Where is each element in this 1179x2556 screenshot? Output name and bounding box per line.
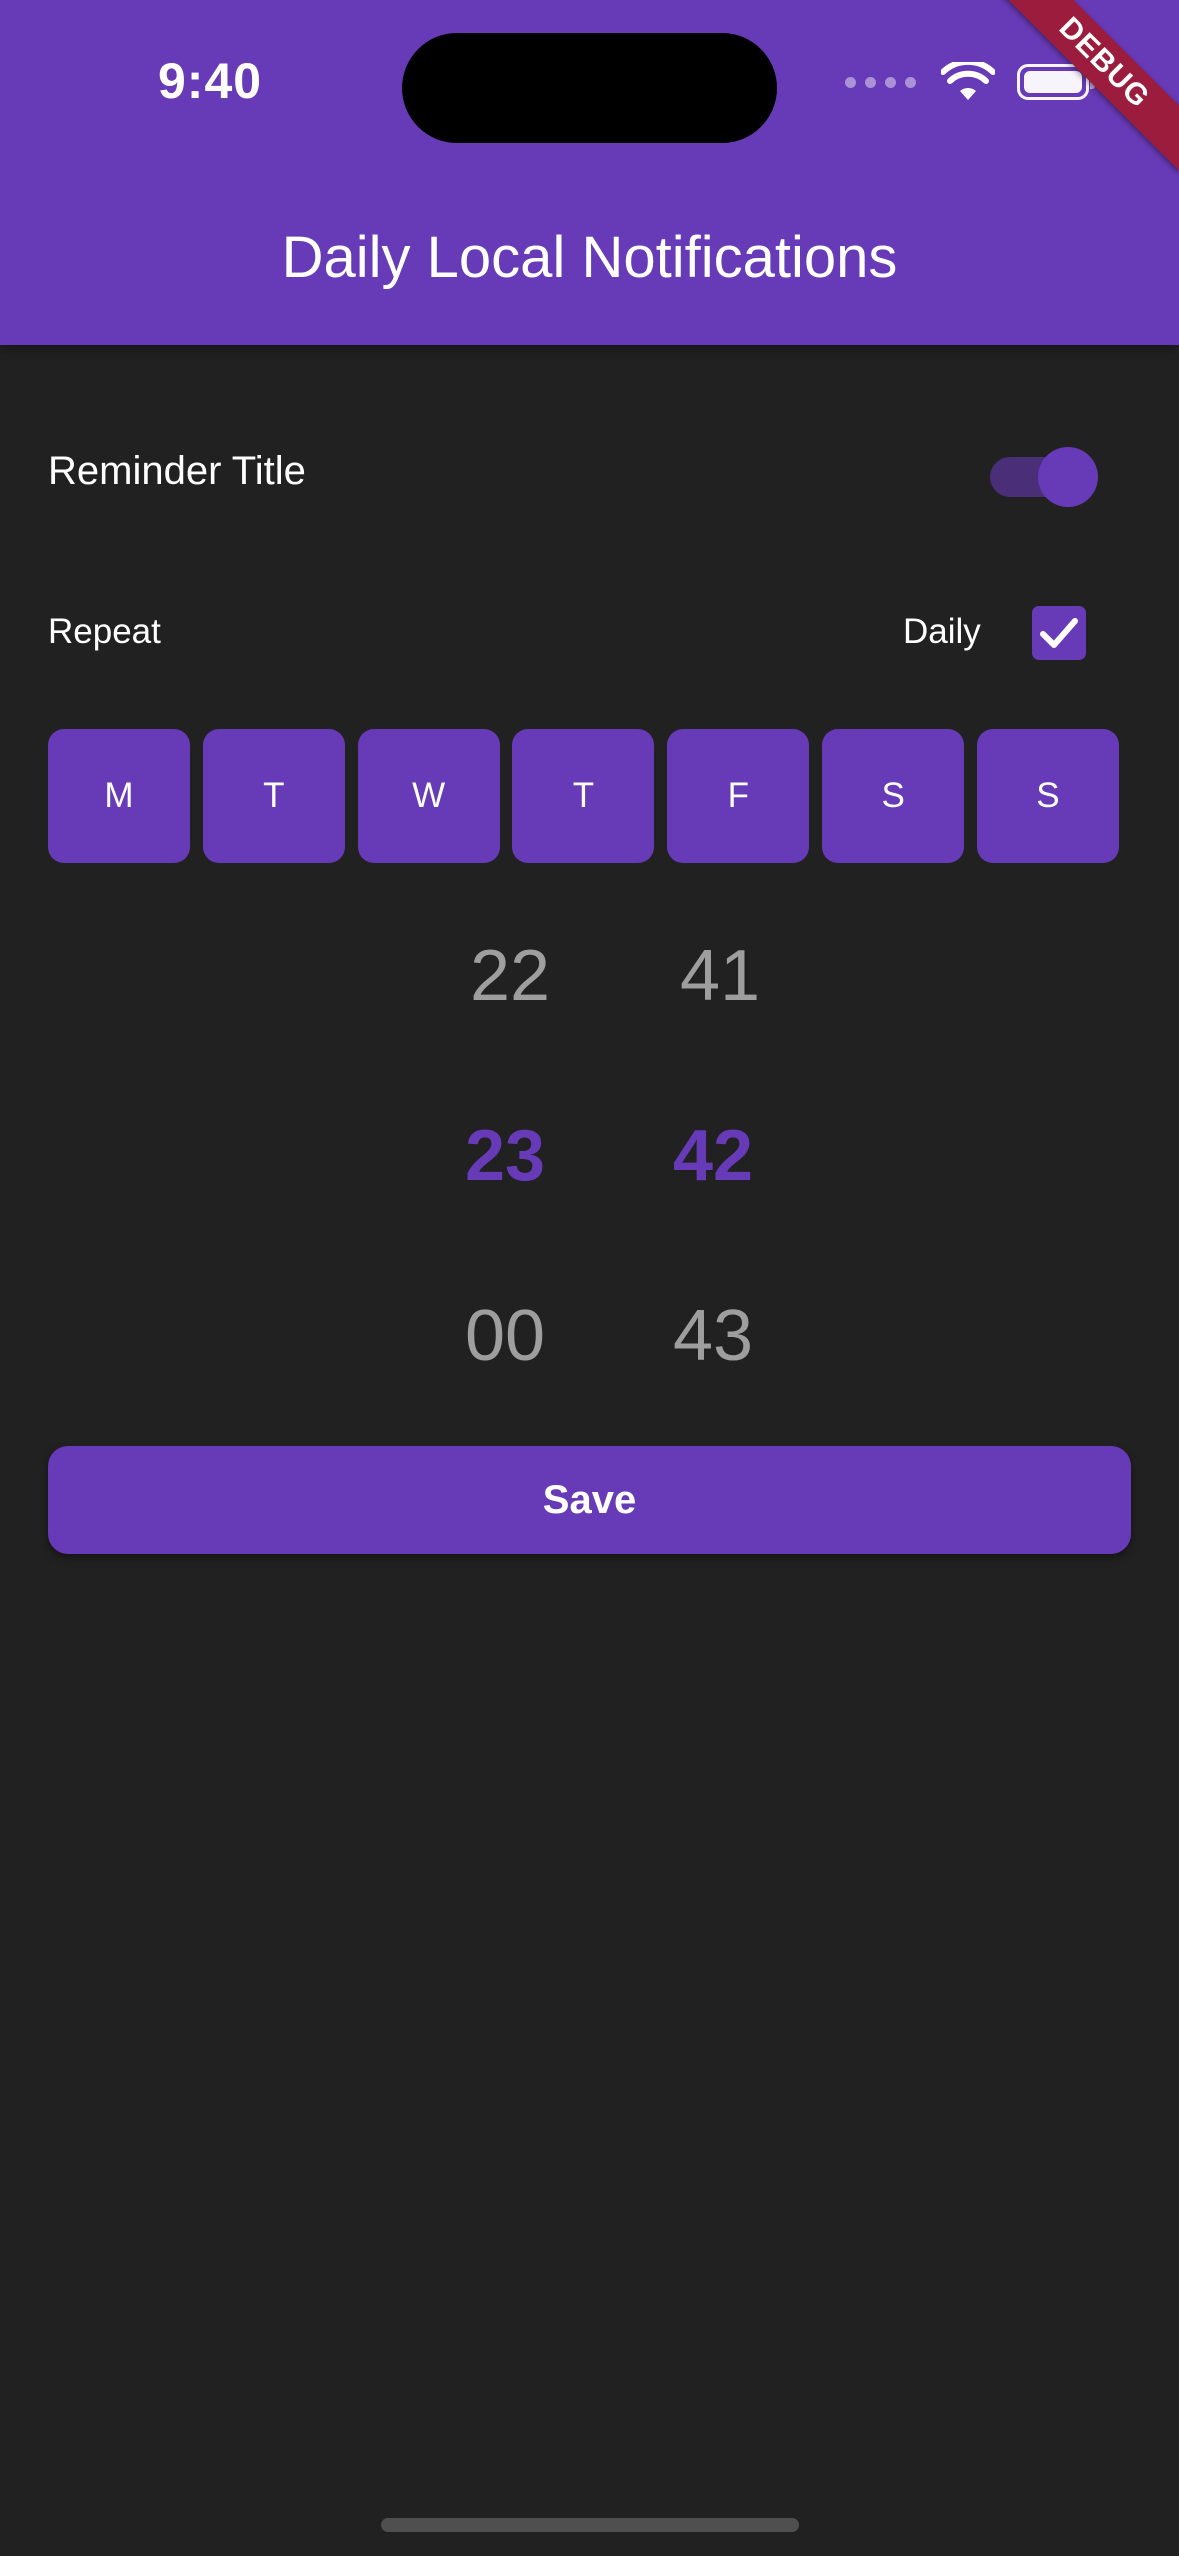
day-button-wednesday[interactable]: W (357, 729, 500, 863)
day-button-monday[interactable]: M (48, 729, 190, 863)
hour-option-selected[interactable]: 23 (425, 1115, 585, 1197)
day-button-thursday[interactable]: T (512, 729, 655, 863)
minute-option-selected[interactable]: 42 (633, 1115, 793, 1197)
save-button[interactable]: Save (48, 1446, 1131, 1554)
reminder-title-label: Reminder Title (48, 449, 306, 493)
signal-icon (845, 76, 916, 88)
status-time: 9:40 (158, 53, 263, 109)
hour-option-prev[interactable]: 22 (430, 935, 590, 1017)
day-button-friday[interactable]: F (667, 729, 810, 863)
page-title: Daily Local Notifications (281, 225, 898, 290)
daily-checkbox[interactable] (1032, 606, 1086, 660)
home-indicator[interactable] (381, 2518, 799, 2532)
checkmark-icon (1040, 618, 1078, 648)
toggle-thumb (1038, 447, 1098, 507)
debug-banner: DEBUG (979, 0, 1179, 200)
repeat-label: Repeat (48, 612, 161, 651)
day-button-saturday[interactable]: S (822, 729, 965, 863)
minute-option-prev[interactable]: 41 (640, 935, 800, 1017)
weekday-selector: M T W T F S S (48, 729, 1119, 863)
hour-option-next[interactable]: 00 (425, 1295, 585, 1377)
debug-banner-label: DEBUG (995, 0, 1179, 172)
minute-option-next[interactable]: 43 (633, 1295, 793, 1377)
reminder-toggle[interactable] (990, 445, 1102, 509)
day-button-sunday[interactable]: S (976, 729, 1119, 863)
dynamic-island (402, 33, 777, 143)
daily-label: Daily (903, 612, 981, 651)
day-button-tuesday[interactable]: T (202, 729, 345, 863)
